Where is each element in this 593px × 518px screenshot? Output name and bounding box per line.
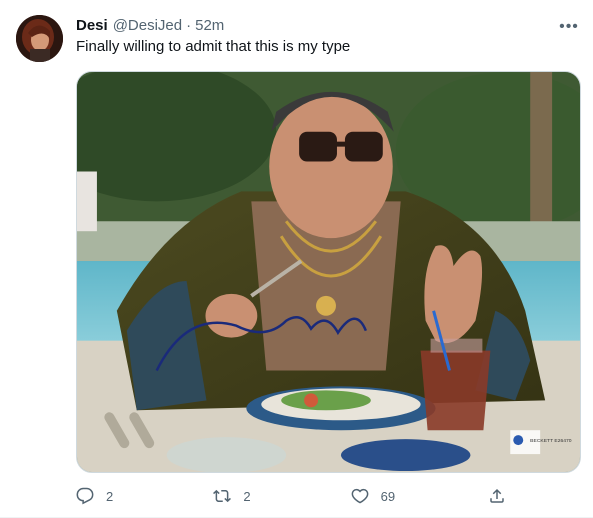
tweet-photo[interactable]: BECKETT E26470 (76, 71, 581, 473)
reply-count: 2 (106, 488, 114, 504)
separator-dot: · (186, 17, 192, 34)
heart-icon (351, 487, 369, 505)
like-button[interactable]: 69 (351, 487, 431, 505)
reply-button[interactable]: 2 (76, 487, 156, 505)
retweet-count: 2 (243, 488, 251, 504)
timestamp[interactable]: 52m (195, 16, 224, 36)
like-count: 69 (380, 488, 396, 504)
avatar[interactable] (16, 15, 63, 62)
more-icon[interactable]: ••• (557, 15, 581, 39)
tweet-actions: 2 2 69 (76, 484, 508, 508)
reply-icon (76, 487, 94, 505)
retweet-icon (213, 487, 232, 505)
tweet-header: Desi @DesiJed · 52m (76, 15, 577, 37)
share-button[interactable] (488, 487, 508, 505)
tweet-text: Finally willing to admit that this is my… (76, 38, 351, 55)
retweet-button[interactable]: 2 (213, 487, 293, 505)
tweet[interactable]: Desi @DesiJed · 52m ••• Finally willing … (0, 0, 593, 518)
author-name[interactable]: Desi (76, 16, 108, 36)
watermark-label: BECKETT E26470 (530, 438, 572, 444)
share-icon (488, 487, 506, 505)
author-handle[interactable]: @DesiJed (113, 16, 182, 36)
